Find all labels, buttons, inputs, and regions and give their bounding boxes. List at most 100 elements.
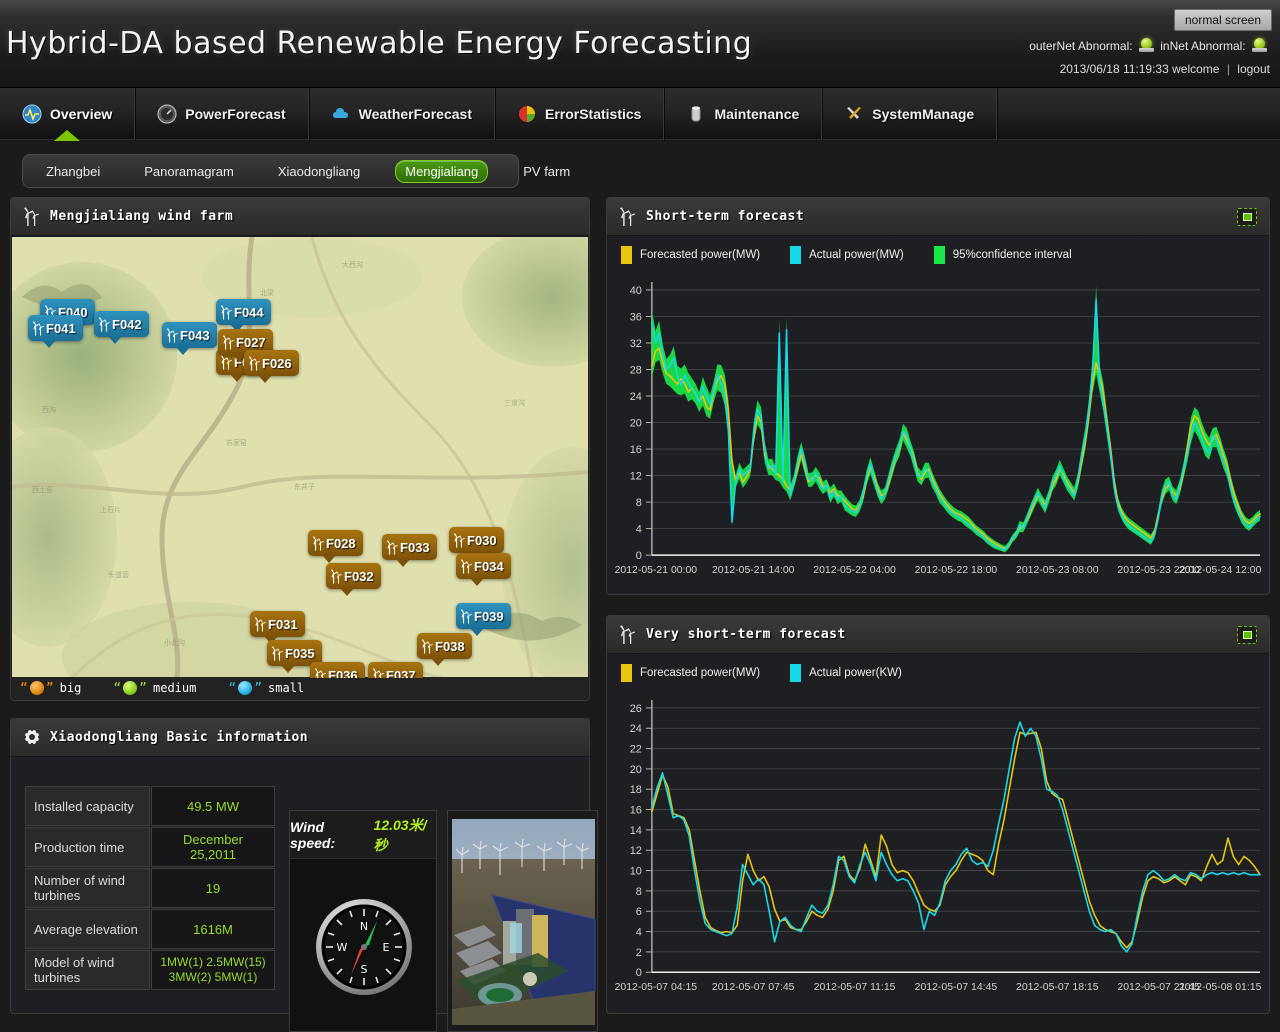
chart1-legend: Forecasted power(MW) Actual power(MW) 95…	[621, 246, 1094, 264]
wind-turbine-icon	[23, 207, 41, 227]
tab-xiaodongliang[interactable]: Xiaodongliang	[269, 161, 369, 182]
map-panel-header: Mengjialiang wind farm	[11, 198, 589, 236]
chart1-svg: 04812162024283236402012-05-21 00:002012-…	[608, 276, 1268, 593]
svg-text:20: 20	[630, 764, 642, 776]
marker-label: F030	[467, 533, 497, 548]
map-marker-f043[interactable]: F043	[162, 322, 217, 348]
svg-text:2: 2	[636, 947, 642, 959]
wind-turbine-icon	[248, 356, 261, 371]
svg-text:2012-05-07 07:45: 2012-05-07 07:45	[712, 982, 795, 993]
wind-turbine-icon	[166, 328, 179, 343]
wind-speed-widget: Wind speed: 12.03米/秒 N E	[289, 810, 437, 1032]
nav-item-maintenance[interactable]: Maintenance	[664, 88, 822, 140]
tab-pv-farm[interactable]: PV farm	[514, 161, 579, 182]
map-legend: “ ” big “ ” medium “ ” small	[12, 677, 588, 699]
tab-mengjialiang[interactable]: Mengjialiang	[395, 160, 488, 183]
svg-text:2012-05-07 11:15: 2012-05-07 11:15	[814, 982, 896, 993]
wind-turbine-icon	[386, 540, 399, 555]
map-marker-f033[interactable]: F033	[382, 534, 437, 560]
svg-text:4: 4	[636, 927, 642, 939]
nav-item-systemmanage[interactable]: SystemManage	[822, 88, 997, 140]
compass-south: S	[361, 963, 368, 976]
svg-text:2012-05-08 01:15: 2012-05-08 01:15	[1179, 982, 1262, 993]
wind-turbine-icon	[98, 317, 111, 332]
table-row: Installed capacity 49.5 MW	[25, 786, 275, 826]
svg-text:2012-05-07 14:45: 2012-05-07 14:45	[915, 982, 998, 993]
marker-label: F034	[474, 559, 504, 574]
legend-swatch-confidence	[934, 246, 945, 264]
marker-label: F026	[262, 356, 292, 371]
svg-text:大西沟: 大西沟	[342, 260, 363, 269]
wind-turbine-icon	[222, 335, 235, 350]
svg-text:2012-05-24 12:00: 2012-05-24 12:00	[1179, 565, 1262, 576]
map-marker-f028[interactable]: F028	[308, 530, 363, 556]
map-marker-f030[interactable]: F030	[449, 527, 504, 553]
svg-text:2012-05-21 00:00: 2012-05-21 00:00	[615, 565, 698, 576]
map-marker-f041[interactable]: F041	[28, 315, 83, 341]
legend-quote-close: ”	[254, 681, 262, 696]
nav-label: SystemManage	[872, 106, 974, 122]
marker-label: F032	[344, 569, 374, 584]
svg-text:东井子: 东井子	[294, 482, 315, 491]
svg-text:40: 40	[630, 285, 642, 297]
map-panel-title: Mengjialiang wind farm	[50, 209, 233, 224]
map-marker-f034[interactable]: F034	[456, 553, 511, 579]
map-marker-f039[interactable]: F039	[456, 603, 511, 629]
table-row: Production time December 25,2011	[25, 827, 275, 867]
svg-text:2012-05-23 08:00: 2012-05-23 08:00	[1016, 565, 1099, 576]
chart1-plot-area[interactable]: 04812162024283236402012-05-21 00:002012-…	[608, 276, 1268, 593]
map-marker-f042[interactable]: F042	[94, 311, 149, 337]
tools-icon	[844, 104, 864, 124]
map-canvas[interactable]: 西土窑上石片头道营 小北沟苏家窑大西沟 黑山沟东井子南梁 三道沟西沟北梁 F04…	[12, 237, 588, 678]
marker-label: F035	[285, 646, 315, 661]
wind-farm-map-panel: Mengjialiang wind farm	[10, 197, 590, 701]
legend-label-small: small	[268, 681, 304, 695]
legend-quote-open: “	[113, 681, 121, 696]
normal-screen-button[interactable]: normal screen	[1174, 9, 1272, 31]
svg-text:8: 8	[636, 886, 642, 898]
current-datetime: 2013/06/18 11:19:33	[1060, 62, 1169, 76]
legend-dot-medium	[123, 681, 137, 695]
nav-item-powerforecast[interactable]: PowerForecast	[135, 88, 308, 140]
wind-farm-photo	[447, 810, 598, 1032]
svg-text:西土窑: 西土窑	[32, 485, 53, 494]
legend-quote-open: “	[228, 681, 236, 696]
expand-chart2-button[interactable]	[1237, 626, 1257, 644]
svg-text:4: 4	[636, 524, 642, 536]
map-marker-f032[interactable]: F032	[326, 563, 381, 589]
tab-zhangbei[interactable]: Zhangbei	[37, 161, 109, 182]
expand-chart1-button[interactable]	[1237, 208, 1257, 226]
nav-item-overview[interactable]: Overview	[0, 88, 135, 140]
legend-quote-close: ”	[46, 681, 54, 696]
nav-item-weatherforecast[interactable]: WeatherForecast	[309, 88, 495, 140]
row-label: Model of wind turbines	[25, 950, 150, 990]
wind-turbine-icon	[372, 668, 385, 679]
nav-label: WeatherForecast	[359, 106, 472, 122]
separator: |	[1227, 62, 1230, 76]
compass-west: W	[337, 941, 348, 954]
table-row: Average elevation 1616M	[25, 909, 275, 949]
legend-label-forecasted: Forecasted power(MW)	[640, 667, 760, 679]
wind-speed-value: 12.03米/秒	[374, 815, 436, 855]
tab-panoramagram[interactable]: Panoramagram	[135, 161, 243, 182]
nav-item-errorstatistics[interactable]: ErrorStatistics	[495, 88, 664, 140]
map-marker-f031[interactable]: F031	[250, 611, 305, 637]
database-icon	[686, 104, 706, 124]
chart2-plot-area[interactable]: 024681012141618202224262012-05-07 04:152…	[608, 694, 1268, 1012]
map-marker-f044[interactable]: F044	[216, 299, 271, 325]
wind-turbine-icon	[271, 646, 284, 661]
info-panel-header: Xiaodongliang Basic information	[11, 719, 589, 757]
map-marker-f038[interactable]: F038	[417, 633, 472, 659]
chart2-svg: 024681012141618202224262012-05-07 04:152…	[608, 694, 1268, 1012]
aerial-photo-illustration	[448, 811, 598, 1032]
map-marker-f037[interactable]: F037	[368, 662, 423, 678]
map-marker-f036[interactable]: F036	[310, 662, 365, 678]
wind-turbine-icon	[312, 536, 325, 551]
compass-icon: N E S W	[314, 897, 414, 997]
svg-text:12: 12	[630, 845, 642, 857]
legend-dot-small	[238, 681, 252, 695]
map-marker-f026[interactable]: F026	[244, 350, 299, 376]
logout-link[interactable]: logout	[1237, 62, 1270, 76]
inner-net-label: inNet Abnormal:	[1160, 39, 1245, 53]
wind-turbine-icon	[220, 305, 233, 320]
